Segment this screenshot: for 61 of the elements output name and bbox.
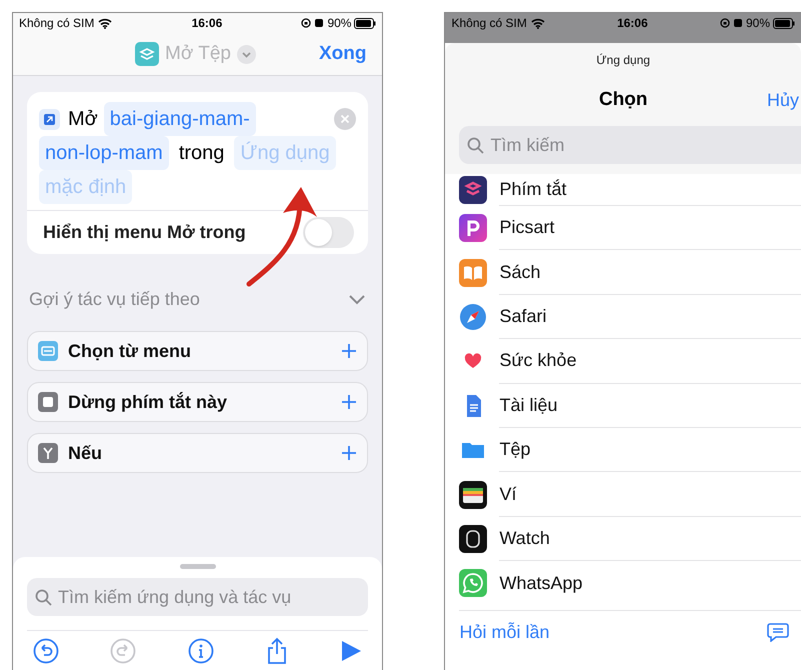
done-button[interactable]: Xong: [318, 40, 366, 68]
app-row[interactable]: Safari: [445, 294, 801, 340]
app-row[interactable]: Ví: [445, 472, 801, 517]
letter-p-app-icon: [459, 214, 488, 242]
app-row[interactable]: WhatsApp: [445, 561, 801, 606]
clock-time: 16:06: [617, 15, 648, 32]
search-icon: [35, 589, 52, 606]
suggestion-row[interactable]: Nếu: [27, 433, 368, 473]
plus-icon[interactable]: [341, 394, 358, 410]
branch-icon: [38, 443, 58, 463]
app-row[interactable]: Sách: [445, 250, 801, 295]
battery-icon: [354, 18, 376, 28]
layered-squares-icon: [459, 176, 488, 204]
open-file-icon: [39, 108, 60, 130]
search-icon: [467, 137, 484, 154]
chevron-down-icon[interactable]: [236, 44, 256, 64]
drag-handle[interactable]: [180, 564, 216, 569]
comment-icon[interactable]: [767, 622, 789, 642]
stop-icon: [38, 392, 58, 412]
sheet-title: Chọn: [598, 88, 648, 112]
action-verb: Mở: [68, 107, 98, 132]
plus-icon[interactable]: [341, 343, 358, 359]
suggestion-row[interactable]: Chọn từ menu: [27, 331, 368, 371]
battery-icon: [773, 18, 795, 28]
layers-app-icon: [135, 42, 159, 66]
toggle-switch[interactable]: [303, 217, 354, 248]
play-icon[interactable]: [340, 638, 362, 662]
battery-percent: 90%: [746, 15, 770, 32]
info-icon[interactable]: [188, 638, 214, 664]
app-row[interactable]: Tệp: [445, 428, 801, 472]
toggle-label: Hiển thị menu Mở trong: [43, 221, 246, 244]
section-title: Gợi ý tác vụ tiếp theo: [29, 288, 200, 311]
app-row[interactable]: Phím tắt: [445, 174, 801, 206]
ask-each-time-link[interactable]: Hỏi mỗi lần: [459, 618, 550, 646]
compass-icon: [459, 302, 488, 331]
suggestion-row[interactable]: Dừng phím tắt này: [27, 382, 368, 422]
wallet-icon: [459, 480, 488, 509]
search-field[interactable]: Tìm kiếm ứng dụng và tác vụ: [27, 578, 368, 616]
wifi-icon: [98, 18, 112, 28]
carrier-name: Không có SIM: [451, 15, 527, 32]
rotation-lock-icon: [720, 18, 730, 28]
plus-icon[interactable]: [341, 445, 358, 461]
connector-word: trong: [178, 141, 224, 166]
wifi-icon: [530, 18, 545, 28]
chat-bubble-phone-icon: [459, 569, 488, 598]
carrier-name: Không có SIM: [19, 15, 94, 32]
battery-percent: 90%: [327, 15, 352, 32]
open-book-icon: [459, 258, 488, 287]
rotation-lock-icon: [301, 18, 312, 28]
app-row[interactable]: Watch: [445, 516, 801, 562]
sheet-subtitle: Ứng dụng: [596, 52, 650, 69]
watch-icon: [459, 524, 488, 553]
app-row[interactable]: Sức khỏe: [445, 339, 801, 384]
undo-icon[interactable]: [33, 638, 59, 664]
app-row[interactable]: Picsart: [445, 206, 801, 250]
search-field[interactable]: Tìm kiếm: [459, 126, 801, 164]
menu-list-icon: [38, 341, 58, 361]
chevron-down-icon[interactable]: [348, 294, 366, 306]
app-row[interactable]: Tài liệu: [445, 384, 801, 428]
cancel-button[interactable]: Hủy: [766, 86, 799, 114]
clock-time: 16:06: [192, 15, 222, 32]
